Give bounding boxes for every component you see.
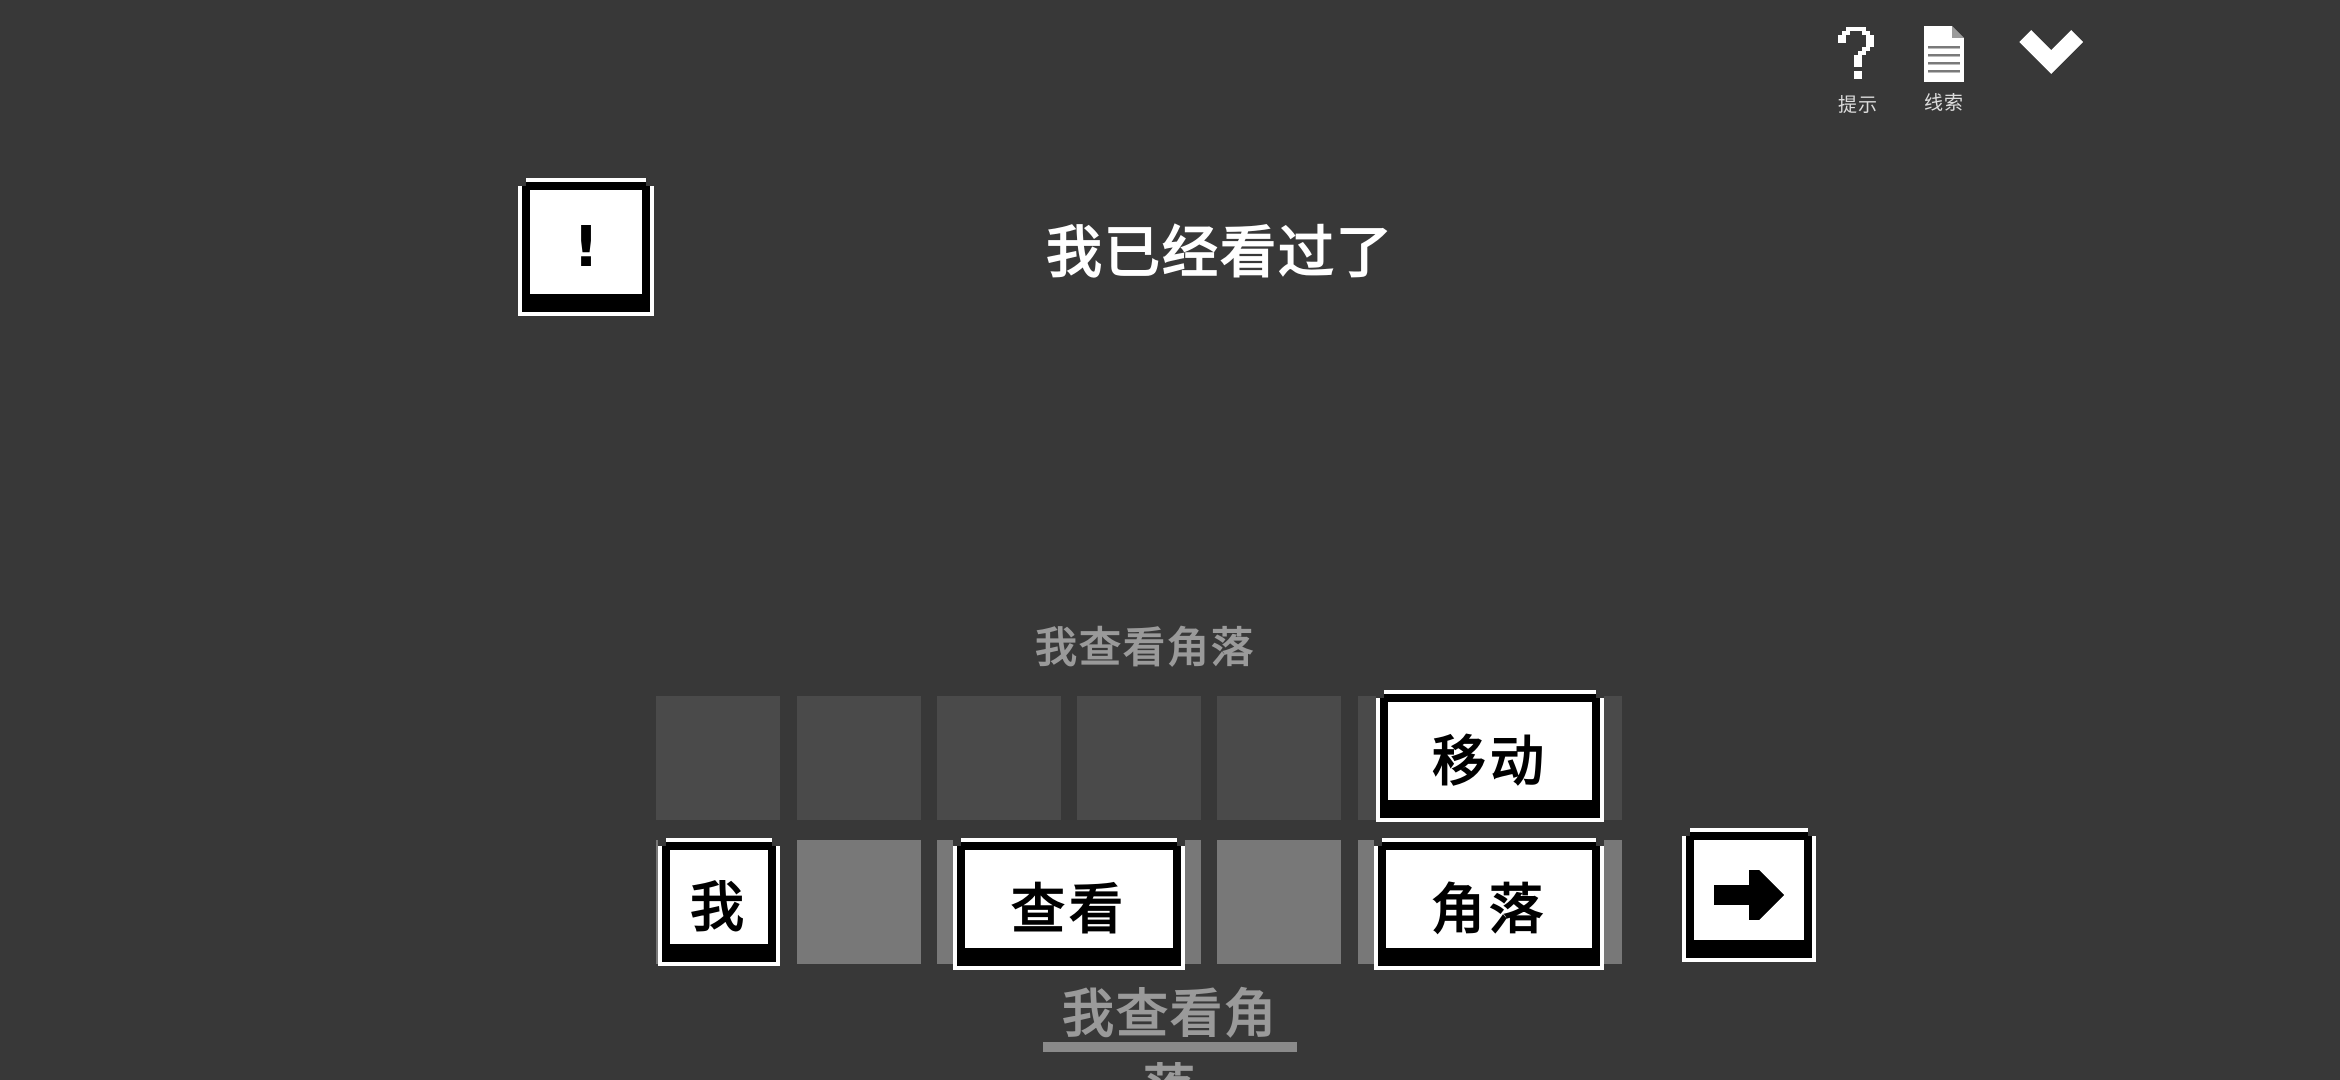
collapse-button[interactable] bbox=[2018, 30, 2084, 86]
dialog-message: 我已经看过了 bbox=[1046, 221, 1394, 286]
game-screen: 提示 线索 ! 我已经看过了 我查看角落 移动 我 查看 角落 我查看角 bbox=[0, 0, 2340, 1080]
word-tile-label: 我 bbox=[690, 875, 748, 939]
word-tile-label: 查看 bbox=[1011, 877, 1127, 941]
word-tile-corner[interactable]: 角落 bbox=[1374, 838, 1604, 966]
word-slot-top-1 bbox=[656, 696, 780, 820]
hint-label: 提示 bbox=[1837, 94, 1878, 116]
word-tile-label: 移动 bbox=[1432, 729, 1548, 793]
answer-underline bbox=[1043, 1042, 1297, 1052]
submit-button[interactable] bbox=[1682, 828, 1816, 958]
word-tile-i[interactable]: 我 bbox=[658, 838, 780, 962]
alert-icon: ! bbox=[518, 178, 654, 312]
word-slot-bottom-2 bbox=[797, 840, 921, 964]
clue-label: 线索 bbox=[1923, 92, 1964, 114]
word-tile-label: 角落 bbox=[1431, 877, 1547, 941]
word-slot-bottom-4 bbox=[1217, 840, 1341, 964]
hint-button[interactable]: 提示 bbox=[1828, 26, 1888, 117]
question-mark-icon bbox=[1838, 27, 1874, 79]
word-tile-look[interactable]: 查看 bbox=[953, 838, 1185, 966]
chevron-down-icon bbox=[2019, 30, 2083, 74]
word-slot-top-3 bbox=[937, 696, 1061, 820]
alert-symbol: ! bbox=[573, 214, 599, 280]
word-tile-move[interactable]: 移动 bbox=[1376, 690, 1604, 818]
word-slot-top-5 bbox=[1217, 696, 1341, 820]
word-slot-top-2 bbox=[797, 696, 921, 820]
answer-text: 我查看角落 bbox=[1061, 985, 1278, 1080]
clue-button[interactable]: 线索 bbox=[1914, 26, 1974, 115]
sentence-preview: 我查看角落 bbox=[1034, 623, 1255, 672]
document-icon bbox=[1924, 26, 1964, 82]
word-slot-top-4 bbox=[1077, 696, 1201, 820]
arrow-right-icon bbox=[1714, 870, 1784, 920]
